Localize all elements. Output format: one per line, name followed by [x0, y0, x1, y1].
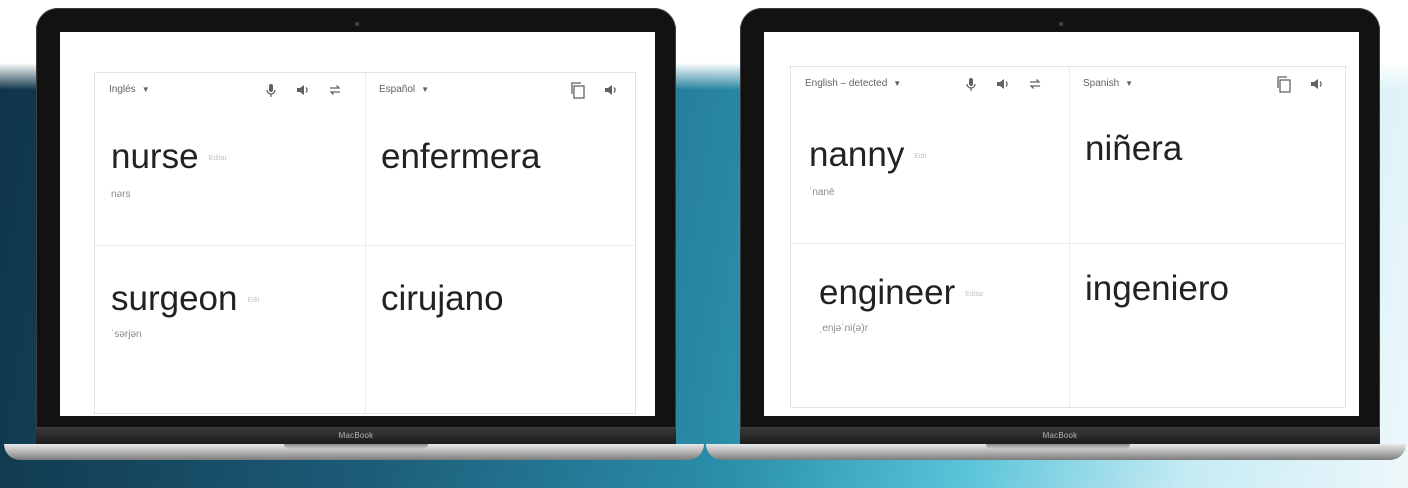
source-word-text: engineer: [819, 273, 956, 312]
target-lang-label: Español: [379, 83, 416, 95]
target-lang-select[interactable]: Español ▼: [379, 84, 429, 95]
source-word-text: nanny: [809, 135, 905, 174]
screen: English – detected ▼ Spanish ▼ nanny Edi…: [764, 32, 1359, 416]
camera: [355, 22, 359, 26]
column-divider: [365, 73, 366, 413]
target-lang-label: Spanish: [1083, 77, 1120, 89]
target-lang-header: Español ▼: [379, 73, 429, 105]
row-divider: [95, 245, 635, 246]
brand-label: MacBook: [1042, 431, 1078, 440]
source-lang-select[interactable]: Inglés ▼: [109, 84, 150, 95]
copy-icon[interactable]: [569, 81, 587, 99]
row-divider: [791, 243, 1345, 244]
screen: Inglés ▼ Español ▼ nurse Editar nərs enf…: [60, 32, 655, 416]
translation-text: enfermera: [381, 137, 541, 176]
source-lang-label: English – detected: [805, 77, 888, 89]
source-lang-label: Inglés: [109, 83, 136, 95]
source-word[interactable]: engineer Editar: [819, 275, 984, 310]
edit-link[interactable]: Editar: [965, 291, 983, 298]
source-word[interactable]: nanny Edit: [809, 137, 926, 172]
camera: [1059, 22, 1063, 26]
speaker-icon[interactable]: [995, 76, 1011, 92]
brand-label: MacBook: [338, 431, 374, 440]
translator-card: English – detected ▼ Spanish ▼ nanny Edi…: [790, 66, 1346, 408]
chevron-down-icon: ▼: [1125, 78, 1134, 88]
translation-text: niñera: [1085, 129, 1183, 168]
speaker-icon[interactable]: [1309, 76, 1325, 92]
target-lang-select[interactable]: Spanish ▼: [1083, 78, 1133, 89]
source-lang-header: Inglés ▼: [109, 73, 150, 105]
phonetic: ˈnanē: [809, 187, 835, 198]
source-lang-select[interactable]: English – detected ▼: [805, 78, 901, 89]
speaker-icon[interactable]: [603, 82, 619, 98]
column-divider: [1069, 67, 1070, 407]
swap-icon[interactable]: [327, 82, 343, 98]
copy-icon[interactable]: [1275, 75, 1293, 93]
chevron-down-icon: ▼: [141, 84, 150, 94]
phonetic: ˈsərjən: [111, 329, 142, 340]
source-lang-header: English – detected ▼: [805, 67, 901, 99]
translation-text: cirujano: [381, 279, 504, 318]
mic-icon[interactable]: [263, 82, 279, 98]
translator-card: Inglés ▼ Español ▼ nurse Editar nərs enf…: [94, 72, 636, 414]
phonetic: nərs: [111, 189, 131, 200]
laptop-notch: [284, 444, 428, 449]
edit-link[interactable]: Edit: [914, 153, 926, 160]
phonetic: ˌenjəˈni(ə)r: [819, 323, 868, 334]
chevron-down-icon: ▼: [893, 78, 902, 88]
target-lang-header: Spanish ▼: [1083, 67, 1133, 99]
translation-text: ingeniero: [1085, 269, 1229, 308]
chevron-down-icon: ▼: [421, 84, 430, 94]
laptop-notch: [986, 444, 1130, 449]
source-word-text: nurse: [111, 137, 199, 176]
source-word-text: surgeon: [111, 279, 238, 318]
mic-icon[interactable]: [963, 76, 979, 92]
speaker-icon[interactable]: [295, 82, 311, 98]
edit-link[interactable]: Edit: [247, 297, 259, 304]
edit-link[interactable]: Editar: [209, 155, 227, 162]
source-word[interactable]: surgeon Edit: [111, 281, 260, 316]
swap-icon[interactable]: [1027, 76, 1043, 92]
source-word[interactable]: nurse Editar: [111, 139, 227, 174]
